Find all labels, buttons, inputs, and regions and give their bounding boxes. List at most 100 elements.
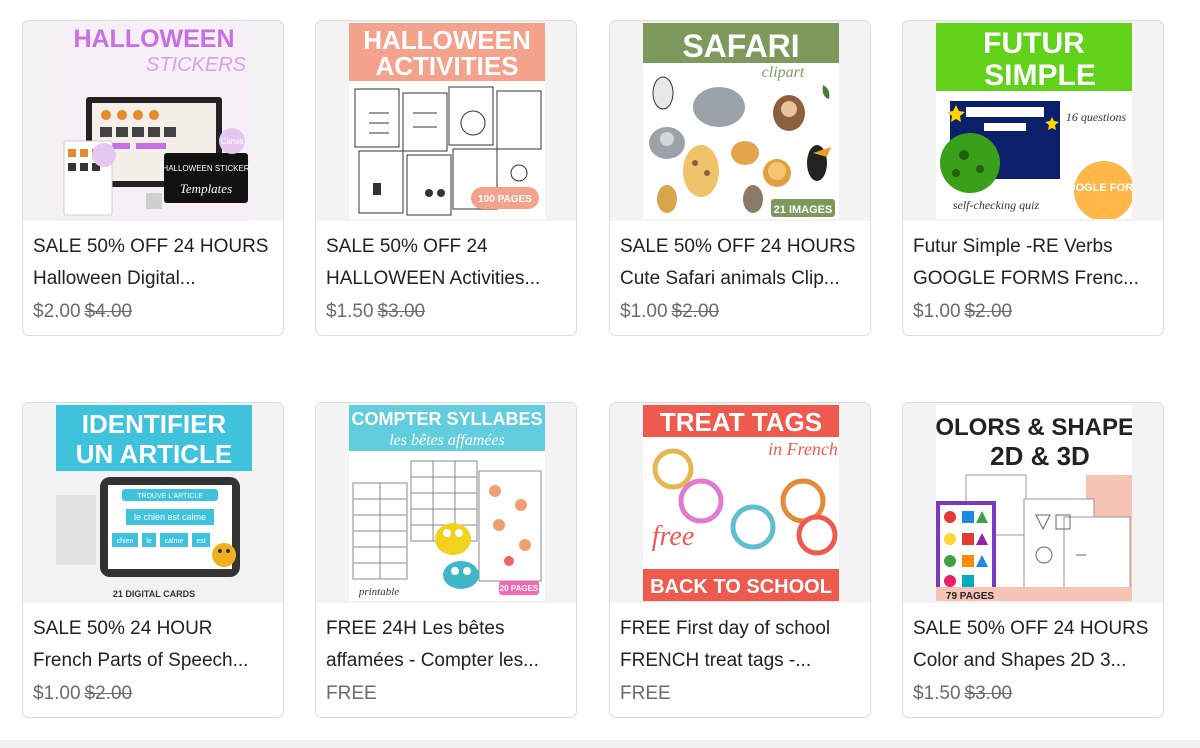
product-image: COLORS & SHAPES 2D & 3D	[936, 405, 1132, 601]
original-price: $3.00	[964, 683, 1013, 704]
product-title-line: SALE 50% OFF 24 HOURS	[33, 236, 269, 257]
product-card[interactable]: HALLOWEEN STICKERS HALLOWEEN STICKER Tem…	[22, 20, 284, 336]
thumb-badge: 79 PAGES	[946, 591, 994, 601]
product-price: $1.00 $2.00	[620, 301, 719, 323]
product-title[interactable]: SALE 50% 24 HOUR French Parts of Speech.…	[33, 613, 277, 676]
product-thumbnail[interactable]: IDENTIFIER UN ARTICLE TROUVE L'ARTICLE l…	[23, 403, 283, 603]
thumb-script: free	[652, 521, 695, 552]
thumb-note: 16 questions	[1066, 110, 1127, 124]
thumb-caption-script: Templates	[180, 181, 232, 196]
thumb-subheading: 2D & 3D	[990, 441, 1090, 471]
product-title-line: HALLOWEEN Activities...	[326, 267, 541, 289]
current-price: FREE	[326, 683, 377, 704]
current-price: $1.00	[33, 683, 81, 704]
product-title-line: Cute Safari animals Clip...	[620, 267, 840, 289]
thumb-footer: BACK TO SCHOOL	[650, 576, 832, 598]
product-title[interactable]: SALE 50% OFF 24 HALLOWEEN Activities...	[326, 231, 570, 294]
product-title-line: Halloween Digital...	[33, 267, 196, 289]
product-title-line: French Parts of Speech...	[33, 649, 249, 671]
product-title-line: FREE 24H Les bêtes	[326, 618, 505, 639]
thumb-subheading: STICKERS	[146, 54, 247, 76]
thumb-subheading: SIMPLE	[984, 59, 1096, 92]
product-price: $1.50 $3.00	[913, 683, 1012, 705]
original-price: $2.00	[671, 301, 720, 322]
thumb-badge: 21 IMAGES	[774, 204, 833, 216]
product-title-line: SALE 50% OFF 24 HOURS	[620, 236, 856, 257]
thumb-caption: HALLOWEEN STICKER	[162, 164, 249, 173]
product-thumbnail[interactable]: HALLOWEEN STICKERS HALLOWEEN STICKER Tem…	[23, 21, 283, 221]
thumb-word: calme	[165, 538, 184, 545]
product-title[interactable]: FREE First day of school FRENCH treat ta…	[620, 613, 864, 676]
product-title-line: SALE 50% 24 HOUR	[33, 618, 213, 639]
thumb-subheading: UN ARTICLE	[76, 439, 232, 469]
product-card[interactable]: FUTUR SIMPLE 16 questions GOOGLE FORMS s…	[902, 20, 1164, 336]
thumb-word: chien	[117, 538, 134, 545]
product-thumbnail[interactable]: COLORS & SHAPES 2D & 3D	[903, 403, 1163, 603]
thumb-caption: printable	[358, 586, 399, 598]
product-card[interactable]: SAFARI clipart 21 IMAGES SALE 50% OFF 24…	[609, 20, 871, 336]
thumb-word: est	[196, 538, 205, 545]
thumb-sentence: le chien est calme	[134, 512, 206, 522]
thumb-screen-title: TROUVE L'ARTICLE	[137, 493, 203, 500]
product-price: $1.50 $3.00	[326, 301, 425, 323]
thumb-subheading: ACTIVITIES	[375, 51, 518, 81]
product-image: TREAT TAGS in French free BACK TO SCHOOL	[643, 405, 839, 601]
product-title[interactable]: FREE 24H Les bêtes affamées - Compter le…	[326, 613, 570, 676]
product-title[interactable]: SALE 50% OFF 24 HOURS Cute Safari animal…	[620, 231, 864, 294]
thumb-caption: self-checking quiz	[953, 198, 1040, 212]
current-price: $1.50	[326, 301, 374, 322]
thumb-subheading: clipart	[762, 64, 805, 81]
product-title[interactable]: Futur Simple -RE Verbs GOOGLE FORMS Fren…	[913, 231, 1157, 294]
product-price: $2.00 $4.00	[33, 301, 132, 323]
product-thumbnail[interactable]: SAFARI clipart 21 IMAGES	[610, 21, 870, 221]
thumb-heading: FUTUR	[983, 27, 1085, 60]
product-title-line: FREE First day of school	[620, 618, 831, 639]
product-title-line: Futur Simple -RE Verbs	[913, 236, 1113, 257]
product-card[interactable]: COMPTER SYLLABES les bêtes affamées 20 P…	[315, 402, 577, 718]
current-price: FREE	[620, 683, 671, 704]
product-thumbnail[interactable]: HALLOWEEN ACTIVITIES 100 PAGES	[316, 21, 576, 221]
current-price: $2.00	[33, 301, 81, 322]
product-title[interactable]: SALE 50% OFF 24 HOURS Halloween Digital.…	[33, 231, 277, 294]
product-price: FREE	[620, 683, 675, 705]
product-thumbnail[interactable]: TREAT TAGS in French free BACK TO SCHOOL	[610, 403, 870, 603]
current-price: $1.50	[913, 683, 961, 704]
product-card[interactable]: IDENTIFIER UN ARTICLE TROUVE L'ARTICLE l…	[22, 402, 284, 718]
product-thumbnail[interactable]: FUTUR SIMPLE 16 questions GOOGLE FORMS s…	[903, 21, 1163, 221]
thumb-badge: 100 PAGES	[478, 194, 532, 205]
product-title-line: affamées - Compter les...	[326, 649, 539, 671]
product-price: FREE	[326, 683, 381, 705]
product-card[interactable]: TREAT TAGS in French free BACK TO SCHOOL…	[609, 402, 871, 718]
current-price: $1.00	[620, 301, 668, 322]
thumb-heading: IDENTIFIER	[82, 409, 227, 439]
thumb-caption: 21 DIGITAL CARDS	[113, 589, 195, 599]
product-image: HALLOWEEN STICKERS HALLOWEEN STICKER Tem…	[56, 23, 252, 219]
thumb-badge: Canva	[220, 137, 244, 146]
current-price: $1.00	[913, 301, 961, 322]
product-image: FUTUR SIMPLE 16 questions GOOGLE FORMS s…	[936, 23, 1132, 219]
thumb-word: le	[146, 538, 152, 545]
thumb-heading: HALLOWEEN	[73, 25, 234, 53]
thumb-subheading: in French	[768, 439, 838, 459]
product-title-line: FRENCH treat tags -...	[620, 649, 812, 671]
thumb-heading: TREAT TAGS	[660, 407, 822, 437]
product-image: IDENTIFIER UN ARTICLE TROUVE L'ARTICLE l…	[56, 405, 252, 601]
product-image: HALLOWEEN ACTIVITIES 100 PAGES	[349, 23, 545, 219]
product-title[interactable]: SALE 50% OFF 24 HOURS Color and Shapes 2…	[913, 613, 1157, 676]
product-price: $1.00 $2.00	[33, 683, 132, 705]
thumb-heading: SAFARI	[682, 28, 799, 64]
product-title-line: GOOGLE FORMS Frenc...	[913, 267, 1139, 289]
page-footer-strip	[0, 740, 1200, 748]
product-price: $1.00 $2.00	[913, 301, 1012, 323]
thumb-subheading: les bêtes affamées	[389, 432, 505, 449]
product-image: COMPTER SYLLABES les bêtes affamées 20 P…	[349, 405, 545, 601]
product-card[interactable]: HALLOWEEN ACTIVITIES 100 PAGES SALE 50% …	[315, 20, 577, 336]
original-price: $2.00	[84, 683, 133, 704]
thumb-badge: 20 PAGES	[500, 584, 539, 593]
product-thumbnail[interactable]: COMPTER SYLLABES les bêtes affamées 20 P…	[316, 403, 576, 603]
product-card[interactable]: COLORS & SHAPES 2D & 3D	[902, 402, 1164, 718]
product-title-line: SALE 50% OFF 24	[326, 236, 488, 257]
thumb-badge: GOOGLE FORMS	[1058, 182, 1132, 194]
original-price: $4.00	[84, 301, 133, 322]
thumb-heading: COLORS & SHAPES	[936, 414, 1132, 441]
